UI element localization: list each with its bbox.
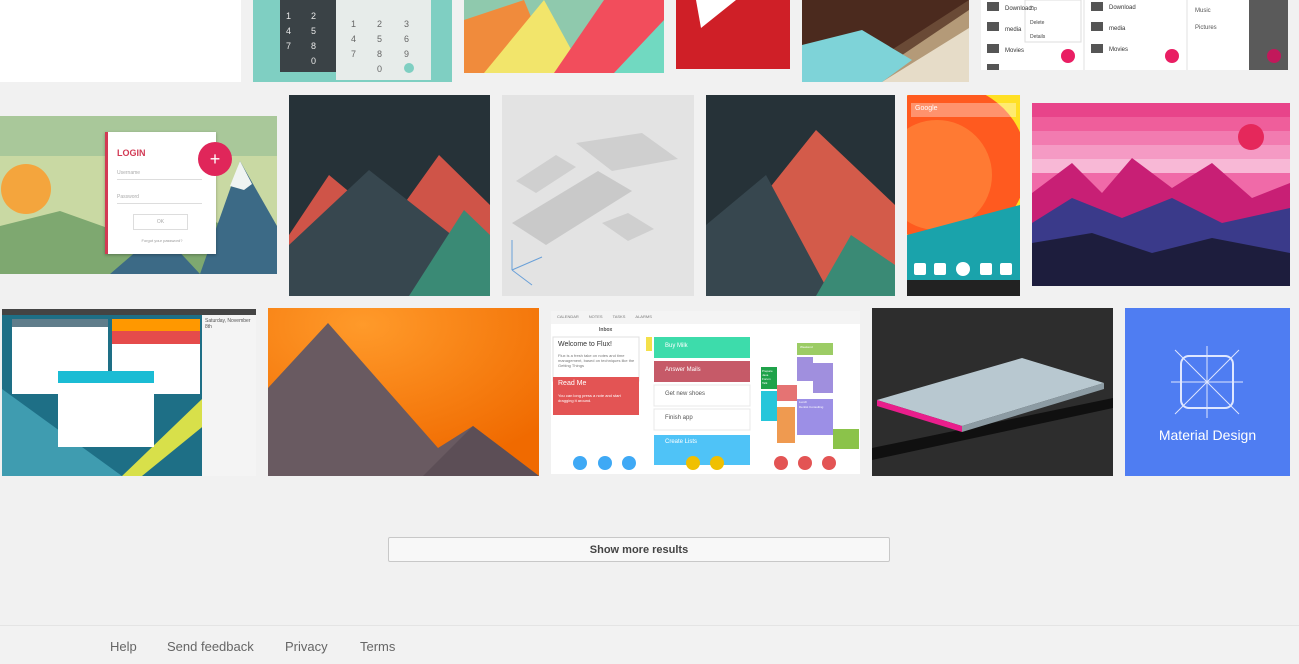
task-item: Get new shoes [665,391,706,397]
svg-text:8: 8 [311,41,316,51]
image-result-layered-stripes[interactable] [802,0,969,82]
login-ok-button[interactable]: OK [133,214,188,230]
image-result-dialer-keypad[interactable]: 1 2 4 5 7 8 0 1 2 3 4 5 6 7 8 9 0 [253,0,452,82]
calendar-event: Prepare Java Forum Talk [762,369,773,385]
material-design-logo-icon [1171,346,1243,418]
calendar-event: Weekend [800,345,813,349]
svg-text:0: 0 [311,56,316,66]
svg-text:5: 5 [377,34,382,44]
footer-send-feedback-link[interactable]: Send feedback [167,639,254,654]
password-field[interactable]: Password [117,194,202,204]
image-result-desktop-ui[interactable]: Saturday, November 8th [2,309,256,476]
file-item: Download [1109,5,1136,11]
image-result-material-design[interactable]: Material Design [1125,308,1290,476]
login-title: LOGIN [117,148,146,158]
file-item: media [1109,26,1126,32]
menu-item: Delete [1030,20,1045,26]
image-result-white[interactable] [0,0,241,82]
footer-privacy-link[interactable]: Privacy [285,639,328,654]
file-item: media [1005,27,1022,33]
image-result-red-shape[interactable] [676,0,790,69]
svg-text:4: 4 [286,26,291,36]
image-result-triangles[interactable] [464,0,664,73]
todo-tab: CALENDAR [557,314,579,319]
task-item: Answer Mails [665,367,701,373]
desktop-date: Saturday, November 8th [205,318,251,330]
welcome-body: Flux is a fresh take on notes and time m… [558,353,635,368]
svg-text:1: 1 [351,19,356,29]
username-field[interactable]: Username [117,170,202,180]
svg-text:6: 6 [404,34,409,44]
task-item: Create Lists [665,439,698,445]
menu-item: Zip [1030,6,1037,12]
image-result-dark-mountains-2[interactable] [706,95,895,296]
image-result-pink-mountains[interactable] [1032,103,1290,286]
svg-text:8: 8 [377,49,382,59]
show-more-results-button[interactable]: Show more results [388,537,890,562]
todo-tab: TASKS [612,314,626,319]
svg-text:5: 5 [311,26,316,36]
task-item: Finish app [665,415,693,421]
material-design-label: Material Design [1158,427,1257,443]
image-result-login-mountains[interactable]: LOGIN Username Password OK Forgot your p… [0,116,277,274]
image-result-orange-mountain[interactable] [268,308,539,476]
forgot-password-link[interactable]: Forgot your password? [108,238,216,243]
svg-text:3: 3 [404,19,409,29]
todo-tab: NOTES [588,314,603,319]
welcome-title: Welcome to Flux! [558,341,612,348]
file-item: Pictures [1195,25,1217,31]
add-fab-icon[interactable]: + [198,142,232,176]
svg-text:0: 0 [377,64,382,74]
read-me-body: You can long press a note and start drag… [558,393,621,403]
inbox-title: Inbox [599,327,613,333]
svg-text:2: 2 [311,11,316,21]
svg-text:7: 7 [351,49,356,59]
task-item: Buy Milk [665,343,688,349]
file-item: Music [1195,8,1211,14]
image-result-file-manager[interactable]: Download media Movies Zip Delete Details… [981,0,1288,70]
google-search-label: Google [915,105,938,112]
file-item: Movies [1109,47,1129,53]
footer: Help Send feedback Privacy Terms [0,625,1299,664]
image-result-todo-app[interactable]: CALENDAR NOTES TASKS ALARMS Inbox Welcome t… [551,311,860,474]
file-item: Download [1005,6,1032,12]
calendar-event: Lunch [799,400,808,404]
footer-terms-link[interactable]: Terms [360,639,395,654]
image-result-dark-mountains[interactable] [289,95,490,296]
svg-text:9: 9 [404,49,409,59]
svg-text:4: 4 [351,34,356,44]
menu-item: Details [1030,34,1046,40]
image-result-phone-homescreen[interactable]: Google [907,95,1020,296]
image-result-isometric-wireframe[interactable] [502,95,694,296]
svg-text:2: 2 [377,19,382,29]
todo-tab: ALARMS [635,314,652,319]
calendar-event: Dentist Consulting [799,405,824,409]
file-item: Movies [1005,48,1025,54]
image-result-3d-slab[interactable] [872,308,1113,476]
read-me-title: Read Me [558,380,587,387]
footer-help-link[interactable]: Help [110,639,137,654]
svg-text:7: 7 [286,41,291,51]
svg-text:1: 1 [286,11,291,21]
